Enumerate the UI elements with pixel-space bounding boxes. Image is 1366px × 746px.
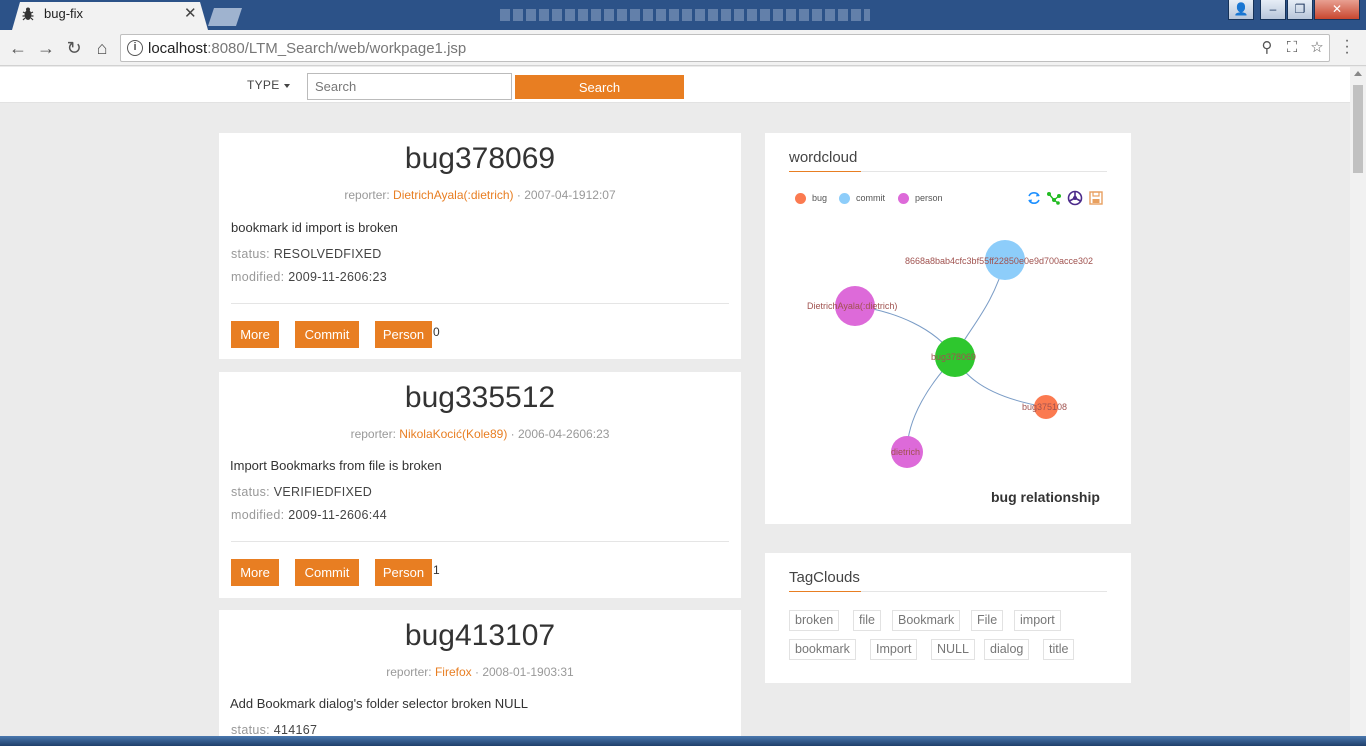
card-divider bbox=[231, 303, 729, 304]
card-divider bbox=[231, 541, 729, 542]
bug-status: status: VERIFIEDFIXED bbox=[231, 485, 373, 499]
url-text: localhost:8080/LTM_Search/web/workpage1.… bbox=[148, 40, 467, 57]
tag[interactable]: File bbox=[971, 610, 1004, 631]
tag[interactable]: dialog bbox=[984, 639, 1030, 660]
tag[interactable]: broken bbox=[789, 610, 840, 631]
commit-button[interactable]: Commit bbox=[295, 321, 359, 348]
tab-title: bug-fix bbox=[44, 6, 84, 21]
node-label-bug-center: bug378069 bbox=[931, 352, 976, 362]
bug-status: status: 414167 bbox=[231, 723, 318, 737]
tag[interactable]: NULL bbox=[931, 639, 975, 660]
bug-modified: modified: 2009-11-2606:44 bbox=[231, 508, 387, 522]
site-info-icon[interactable]: i bbox=[127, 40, 143, 56]
page-scrollbar[interactable] bbox=[1350, 67, 1366, 746]
tag[interactable]: bookmark bbox=[789, 639, 856, 660]
type-dropdown[interactable]: TYPE bbox=[247, 78, 290, 92]
more-button[interactable]: More bbox=[231, 559, 279, 586]
forward-icon[interactable]: → bbox=[34, 36, 58, 60]
tab-close-icon[interactable]: ✕ bbox=[184, 4, 197, 22]
bug-meta: reporter: NikolaKocić(Kole89) · 2006-04-… bbox=[350, 427, 610, 441]
bug-modified: modified: 2009-11-2606:23 bbox=[231, 270, 387, 284]
bug-card: bug378069 reporter: DietrichAyala(:dietr… bbox=[219, 133, 741, 359]
home-icon[interactable]: ⌂ bbox=[90, 36, 114, 60]
reporter-link[interactable]: Firefox bbox=[435, 665, 472, 679]
person-button[interactable]: Person bbox=[375, 321, 432, 348]
restore-button[interactable]: ❐ bbox=[1287, 0, 1313, 20]
node-label-person: dietrich bbox=[891, 447, 920, 457]
bug-meta: reporter: Firefox · 2008-01-1903:31 bbox=[386, 665, 574, 679]
minimize-button[interactable]: – bbox=[1260, 0, 1286, 20]
search-button[interactable]: Search bbox=[515, 75, 684, 99]
back-icon[interactable]: ← bbox=[6, 36, 30, 60]
scroll-thumb[interactable] bbox=[1353, 85, 1363, 173]
person-button[interactable]: Person bbox=[375, 559, 432, 586]
bug-summary: Import Bookmarks from file is broken bbox=[230, 458, 442, 473]
more-button[interactable]: More bbox=[231, 321, 279, 348]
user-icon[interactable]: 👤 bbox=[1228, 0, 1254, 20]
reporter-link[interactable]: NikolaKocić(Kole89) bbox=[399, 427, 507, 441]
bug-card: bug413107 reporter: Firefox · 2008-01-19… bbox=[219, 610, 741, 746]
page: TYPE Search bug378069 reporter: Dietrich… bbox=[0, 67, 1350, 746]
bug-summary: Add Bookmark dialog's folder selector br… bbox=[230, 696, 529, 711]
tag[interactable]: Bookmark bbox=[892, 610, 961, 631]
panel-divider bbox=[789, 591, 1107, 592]
bug-id: bug335512 bbox=[404, 381, 556, 414]
window-title-blur bbox=[500, 9, 870, 21]
reload-icon[interactable]: ↻ bbox=[62, 36, 86, 60]
bug-summary: bookmark id import is broken bbox=[231, 220, 398, 235]
node-label-commit: 8668a8bab4cfc3bf55ff22850e0e9d700acce302 bbox=[905, 256, 1093, 266]
bug-favicon-icon bbox=[22, 7, 34, 21]
browser-menu-icon[interactable]: · · · bbox=[1342, 33, 1352, 61]
search-input[interactable] bbox=[307, 73, 512, 100]
bug-card: bug335512 reporter: NikolaKocić(Kole89) … bbox=[219, 372, 741, 598]
tag[interactable]: title bbox=[1043, 639, 1075, 660]
node-label-person: DietrichAyala(:dietrich) bbox=[807, 301, 897, 311]
commit-button[interactable]: Commit bbox=[295, 559, 359, 586]
translate-icon[interactable]: ⛶ bbox=[1283, 39, 1301, 57]
browser-toolbar: ← → ↻ ⌂ i localhost:8080/LTM_Search/web/… bbox=[0, 30, 1366, 66]
address-bar[interactable]: i localhost:8080/LTM_Search/web/workpage… bbox=[120, 34, 1330, 62]
tagclouds-panel: TagClouds broken file Bookmark File impo… bbox=[765, 553, 1131, 683]
bug-id: bug378069 bbox=[404, 142, 556, 175]
bug-meta: reporter: DietrichAyala(:dietrich) · 200… bbox=[344, 188, 616, 202]
bug-status: status: RESOLVEDFIXED bbox=[231, 247, 382, 261]
bug-id: bug413107 bbox=[404, 619, 556, 652]
bookmark-star-icon[interactable]: ☆ bbox=[1308, 39, 1326, 57]
bug-relationship-graph[interactable]: 8668a8bab4cfc3bf55ff22850e0e9d700acce302… bbox=[765, 133, 1131, 524]
node-label-bug: bug375108 bbox=[1022, 402, 1067, 412]
new-tab-button[interactable] bbox=[208, 8, 242, 26]
caret-down-icon bbox=[283, 83, 290, 88]
search-navbar: TYPE Search bbox=[0, 67, 1350, 103]
tag[interactable]: Import bbox=[870, 639, 918, 660]
tag[interactable]: file bbox=[853, 610, 881, 631]
zoom-icon[interactable]: ⚲ bbox=[1258, 39, 1276, 57]
person-count: 1 bbox=[433, 563, 440, 577]
person-count: 0 bbox=[433, 325, 440, 339]
browser-tab[interactable] bbox=[12, 2, 208, 30]
graph-caption: bug relationship bbox=[991, 489, 1100, 505]
scroll-up-icon[interactable] bbox=[1354, 71, 1362, 76]
tag[interactable]: import bbox=[1014, 610, 1061, 631]
browser-titlebar: bug-fix ✕ 👤 – ❐ ✕ bbox=[0, 0, 1366, 30]
reporter-link[interactable]: DietrichAyala(:dietrich) bbox=[393, 188, 514, 202]
wordcloud-panel: wordcloud bug commit person 8668a8bab4cf… bbox=[765, 133, 1131, 524]
close-window-button[interactable]: ✕ bbox=[1314, 0, 1360, 20]
os-taskbar bbox=[0, 736, 1366, 746]
tagclouds-title: TagClouds bbox=[789, 569, 860, 586]
